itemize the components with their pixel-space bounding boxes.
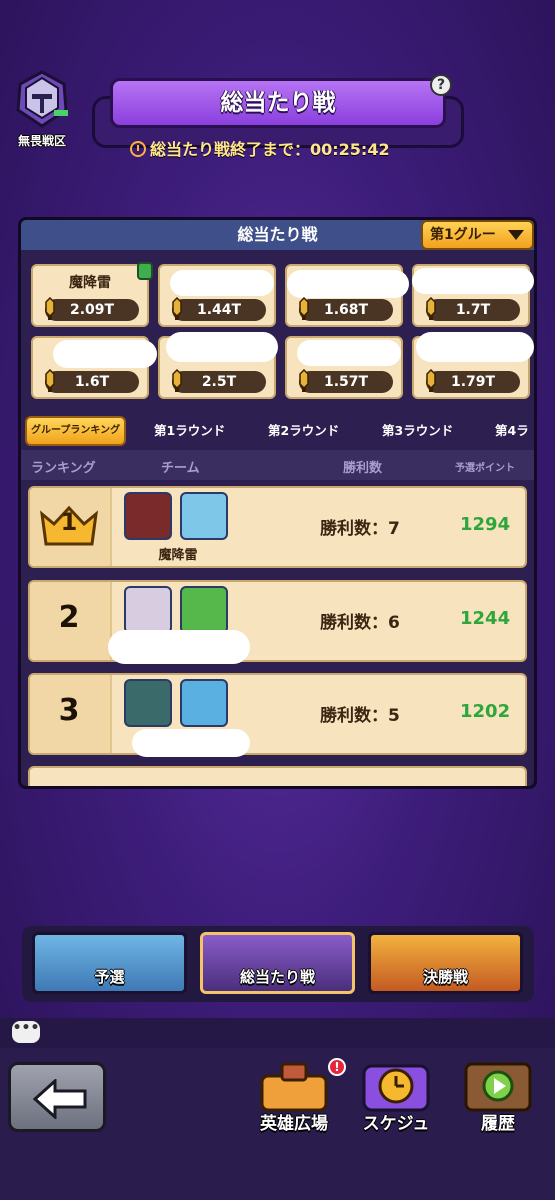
chevron-down-icon — [508, 230, 524, 240]
mode-qualifier-label: 予選 — [94, 968, 125, 986]
team-card[interactable]: 1.79T — [412, 332, 534, 399]
redaction-mark — [416, 332, 534, 362]
power-sword-icon — [172, 297, 182, 320]
power-sword-icon — [172, 369, 182, 392]
redaction-mark — [53, 340, 157, 368]
team-card[interactable]: 1.57T — [285, 336, 403, 399]
help-button[interactable]: ? — [430, 74, 452, 96]
ranking-row-partial[interactable] — [28, 766, 527, 786]
team-card[interactable]: 1.68T — [285, 264, 409, 327]
row-points: 1294 — [460, 514, 511, 535]
ranking-column-header: ランキング チーム 勝利数 予選ポイント — [21, 450, 534, 480]
team-power: 1.6T — [45, 371, 139, 393]
zone-label: 無畏戦区 — [17, 134, 66, 148]
team-power: 1.7T — [426, 299, 520, 321]
team-power: 1.79T — [426, 371, 520, 393]
chat-bubble-icon[interactable]: ••• — [12, 1021, 40, 1043]
redaction-mark — [412, 268, 534, 294]
redaction-mark — [170, 270, 274, 296]
team-power: 1.44T — [172, 299, 266, 321]
team-name: 魔降雷 — [69, 275, 111, 291]
row-points: 1244 — [460, 608, 511, 629]
hero-portrait — [124, 586, 172, 634]
row-points: 1202 — [460, 701, 511, 722]
hero-portrait — [124, 679, 172, 727]
round-tabs: グループランキング 第1ラウンド 第2ラウンド 第3ラウンド 第4ラ — [21, 416, 534, 448]
col-team: チーム — [161, 461, 200, 476]
history-button[interactable]: 履歴 — [450, 1060, 546, 1134]
mode-finals[interactable]: 決勝戦 — [368, 932, 523, 994]
team-card[interactable]: 1.6T — [31, 336, 157, 399]
col-rank: ランキング — [31, 461, 96, 476]
power-sword-icon — [426, 297, 436, 320]
arrow-left-icon — [33, 1079, 87, 1119]
team-card[interactable]: 2.5T — [158, 332, 278, 399]
hero-portrait — [180, 679, 228, 727]
group-select-dropdown[interactable]: 第1グルー — [421, 220, 534, 250]
team-power: 1.68T — [299, 299, 393, 321]
row-wins: 勝利数：6 — [320, 613, 400, 633]
ranking-row[interactable]: 1 魔降雷 勝利数：7 1294 — [28, 486, 527, 568]
row-team-name: 魔降雷 — [158, 548, 198, 563]
row-wins: 勝利数：7 — [320, 519, 400, 539]
mode-qualifier[interactable]: 予選 — [32, 932, 187, 994]
history-label: 履歴 — [481, 1114, 515, 1134]
power-sword-icon — [45, 369, 55, 392]
hero-portrait — [180, 586, 228, 634]
history-book-icon — [464, 1062, 532, 1112]
schedule-button[interactable]: スケジュ — [348, 1060, 444, 1134]
mode-finals-label: 決勝戦 — [422, 968, 468, 986]
chat-strip[interactable] — [0, 1018, 555, 1048]
clock-icon — [130, 141, 146, 157]
tab-round-2[interactable]: 第2ラウンド — [268, 416, 339, 446]
col-points: 予選ポイント — [455, 463, 515, 474]
trophy-clock-icon — [362, 1064, 430, 1112]
mode-round-robin-label: 総当たり戦 — [239, 968, 315, 986]
redaction-mark — [287, 270, 409, 298]
redaction-mark — [297, 340, 401, 366]
knight-helmet-icon — [16, 70, 68, 128]
tab-round-1[interactable]: 第1ラウンド — [154, 416, 225, 446]
hero-plaza-button[interactable]: ! 英雄広場 — [246, 1058, 346, 1134]
team-power: 2.09T — [45, 299, 139, 321]
tab-round-3[interactable]: 第3ラウンド — [382, 416, 453, 446]
col-wins: 勝利数 — [343, 461, 383, 476]
row-wins: 勝利数：5 — [320, 706, 400, 726]
notification-badge: ! — [328, 1058, 346, 1076]
hero-plaza-icon — [260, 1062, 328, 1112]
page-title: 総当たり戦 — [110, 78, 446, 128]
zone-badge[interactable]: 無畏戦区 — [6, 70, 78, 160]
redaction-mark — [132, 729, 250, 757]
team-card[interactable]: 魔降雷 2.09T — [31, 262, 153, 327]
power-sword-icon — [299, 297, 309, 320]
group-badge-icon — [137, 262, 153, 280]
countdown-text: 総当たり戦終了まで：00:25:42 — [150, 140, 390, 159]
ranking-row[interactable]: 3 勝利数：5 1202 — [28, 673, 527, 757]
mode-round-robin[interactable]: 総当たり戦 — [200, 932, 355, 994]
redaction-mark — [166, 332, 278, 362]
hero-portrait — [180, 492, 228, 540]
group-select-label: 第1グルー — [430, 227, 496, 243]
rank-number: 1 — [60, 508, 78, 536]
back-button[interactable] — [8, 1062, 106, 1132]
redaction-mark — [108, 630, 250, 664]
ranking-row[interactable]: 2 勝利数：6 1244 — [28, 580, 527, 664]
team-card[interactable]: 1.44T — [158, 264, 276, 327]
mode-tab-bar: 予選 総当たり戦 決勝戦 — [22, 926, 534, 1002]
team-card[interactable]: 1.7T — [412, 264, 534, 327]
rank-number: 2 — [58, 600, 80, 635]
schedule-label: スケジュ — [362, 1114, 430, 1134]
tab-group-ranking[interactable]: グループランキング — [25, 416, 127, 446]
countdown-timer: 総当たり戦終了まで：00:25:42 — [130, 136, 390, 160]
power-sword-icon — [45, 297, 55, 320]
rank-number: 3 — [58, 693, 80, 728]
tab-round-4[interactable]: 第4ラ — [495, 416, 529, 446]
hero-portrait — [124, 492, 172, 540]
round-robin-panel: 総当たり戦 第1グルー 魔降雷 2.09T 1.44T 1.68T 1.7T 1… — [18, 217, 537, 789]
power-sword-icon — [299, 369, 309, 392]
team-power: 1.57T — [299, 371, 393, 393]
power-sword-icon — [426, 369, 436, 392]
team-power: 2.5T — [172, 371, 266, 393]
hero-plaza-label: 英雄広場 — [260, 1114, 328, 1134]
